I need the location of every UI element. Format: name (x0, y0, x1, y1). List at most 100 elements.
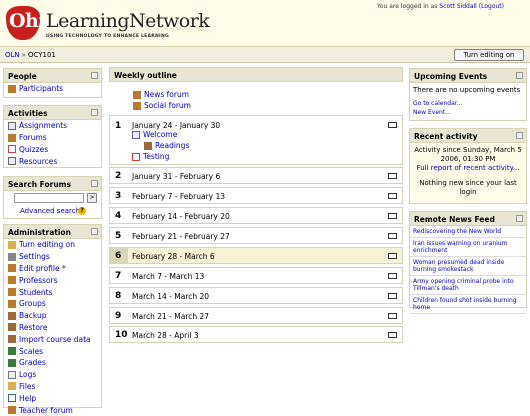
week-date-range: March 21 - March 27 (132, 312, 210, 321)
sidebar-item-teacher-forum[interactable]: Teacher forum (4, 404, 101, 416)
assignment-icon (8, 121, 16, 130)
highlight-week-toggle[interactable] (388, 173, 397, 179)
quiz-icon (8, 145, 16, 154)
sidebar-item-label: Resources (19, 156, 58, 166)
sidebar-item-forums[interactable]: Forums (4, 132, 101, 144)
sidebar-item-backup[interactable]: Backup (4, 310, 101, 322)
recent-activity-block: Recent activity Activity since Sunday, M… (409, 128, 527, 204)
administration-block-header: Administration (4, 225, 101, 239)
sidebar-item-label: Help (19, 393, 37, 403)
activity-item-welcome[interactable]: Welcome (132, 130, 177, 139)
collapse-block-icon[interactable] (91, 109, 98, 116)
search-forums-block-title: Search Forums (8, 180, 71, 189)
sidebar-item-restore[interactable]: Restore (4, 322, 101, 334)
activity-item-readings[interactable]: Readings (144, 141, 189, 150)
news-forum-item[interactable]: News forum (133, 90, 189, 99)
user-profile-link[interactable]: Scott Siddall (439, 3, 477, 10)
full-report-link[interactable]: Full report of recent activity... (417, 164, 520, 172)
week-section-5: 5 February 21 - February 27 (109, 227, 403, 244)
weekly-outline: Weekly outline News forum Social forum 1… (109, 67, 403, 344)
login-prefix: You are logged in as (377, 3, 438, 10)
restore-icon (8, 323, 16, 332)
ohio-learning-network-logo[interactable]: Ohio LearningNetwork USING TECHNOLOGY TO… (6, 4, 210, 44)
sidebar-item-logs[interactable]: Logs (4, 369, 101, 381)
week-number: 10 (115, 330, 128, 340)
turn-editing-on-button[interactable]: Turn editing on (454, 49, 524, 61)
highlight-week-toggle[interactable] (388, 193, 397, 199)
advanced-search-link[interactable]: Advanced search (20, 207, 80, 215)
sidebar-item-edit-profile[interactable]: Edit profile * (4, 263, 101, 275)
social-forum-link: Social forum (144, 101, 191, 110)
week-number: 6 (115, 251, 122, 261)
week-section-10: 10 March 28 - April 3 (109, 326, 403, 343)
collapse-block-icon[interactable] (516, 132, 523, 139)
sidebar-item-scales[interactable]: Scales (4, 345, 101, 357)
activity-item-testing[interactable]: Testing (132, 152, 169, 161)
collapse-block-icon[interactable] (91, 228, 98, 235)
group-icon (8, 299, 16, 308)
recent-activity-title: Recent activity (414, 132, 478, 141)
week-number: 7 (115, 271, 122, 281)
collapse-block-icon[interactable] (91, 72, 98, 79)
news-feed-item[interactable]: Iran issues warning on uranium enrichmen… (410, 238, 526, 257)
new-event-link[interactable]: New Event... (413, 109, 451, 116)
logout-link[interactable]: (Logout) (479, 3, 504, 10)
sidebar-item-groups[interactable]: Groups (4, 298, 101, 310)
sidebar-item-resources[interactable]: Resources (4, 155, 101, 167)
activity-link: Testing (143, 152, 170, 161)
help-icon[interactable]: ? (78, 207, 86, 215)
highlight-week-toggle[interactable] (388, 313, 397, 319)
week-section-1: 1 January 24 - January 30 Welcome Readin… (109, 115, 403, 165)
sidebar-item-label: Professors (19, 275, 58, 285)
sidebar-item-label: Assignments (19, 121, 68, 131)
sidebar-item-turn-editing-on[interactable]: Turn editing on (4, 239, 101, 251)
news-forum-link: News forum (144, 90, 190, 99)
week-number: 1 (115, 121, 122, 131)
news-feed-item[interactable]: Army opening criminal probe into Tillman… (410, 276, 526, 295)
go-to-calendar-link[interactable]: Go to calendar... (413, 100, 462, 107)
highlight-week-toggle[interactable] (388, 332, 397, 338)
logo-tagline: USING TECHNOLOGY TO ENHANCE LEARNING (46, 34, 169, 39)
collapse-block-icon[interactable] (516, 215, 523, 222)
sidebar-item-import-course-data[interactable]: Import course data (4, 333, 101, 345)
search-forums-input[interactable] (14, 193, 84, 203)
activity-link: Readings (155, 141, 190, 150)
highlight-week-toggle[interactable] (388, 122, 397, 128)
breadcrumb-home-link[interactable]: OLN (5, 51, 20, 59)
news-feed-item[interactable]: Rediscovering the New World (410, 226, 526, 238)
sidebar-item-files[interactable]: Files (4, 381, 101, 393)
activity-since-text: Activity since Sunday, March 5 2006, 01:… (414, 146, 522, 163)
week-number: 9 (115, 311, 122, 321)
news-feed-item[interactable]: Children found shot inside burning home (410, 295, 526, 314)
backup-icon (8, 311, 16, 320)
sidebar-item-label: Settings (19, 252, 50, 262)
sidebar-item-participants[interactable]: Participants (4, 83, 101, 95)
collapse-block-icon[interactable] (516, 72, 523, 79)
highlight-week-toggle[interactable] (388, 293, 397, 299)
breadcrumb-separator: » (21, 51, 26, 59)
sidebar-item-help[interactable]: Help (4, 392, 101, 404)
sidebar-item-professors[interactable]: Professors (4, 274, 101, 286)
activity-link: Welcome (143, 130, 178, 139)
week-date-range: March 7 - March 13 (132, 272, 205, 281)
news-feed-item[interactable]: Woman presumed dead inside burning smoke… (410, 257, 526, 276)
highlight-week-toggle[interactable] (388, 233, 397, 239)
sidebar-item-quizzes[interactable]: Quizzes (4, 144, 101, 156)
sidebar-item-label: Forums (19, 133, 47, 143)
users-icon (8, 84, 16, 93)
week-section-2: 2 January 31 - February 6 (109, 167, 403, 184)
collapse-block-icon[interactable] (91, 180, 98, 187)
news-feed-link: Children found shot inside burning home (413, 297, 517, 311)
sidebar-item-students[interactable]: Students (4, 286, 101, 298)
highlight-week-toggle[interactable] (388, 213, 397, 219)
highlight-week-toggle[interactable] (388, 253, 397, 259)
upcoming-events-header: Upcoming Events (410, 69, 526, 83)
sidebar-item-label: Quizzes (19, 144, 49, 154)
highlight-week-toggle[interactable] (388, 273, 397, 279)
administration-block: Administration Turn editing on Settings … (3, 224, 102, 415)
sidebar-item-settings[interactable]: Settings (4, 251, 101, 263)
social-forum-item[interactable]: Social forum (133, 101, 191, 110)
search-go-button[interactable]: > (87, 193, 97, 203)
sidebar-item-assignments[interactable]: Assignments (4, 120, 101, 132)
sidebar-item-grades[interactable]: Grades (4, 357, 101, 369)
